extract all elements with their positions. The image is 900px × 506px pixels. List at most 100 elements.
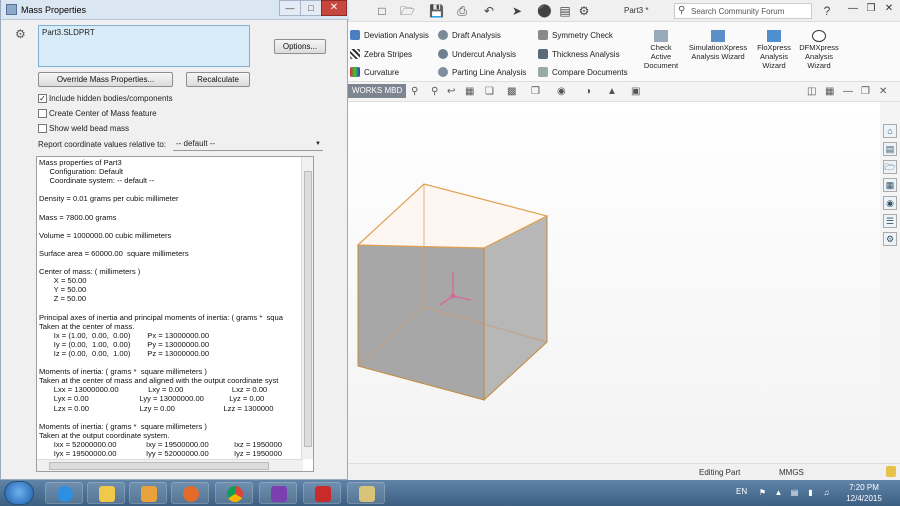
taskbar-visual-studio[interactable] — [259, 482, 297, 504]
show-weld-bead-mass-checkbox[interactable] — [38, 124, 47, 133]
mass-properties-results[interactable]: Mass properties of Part3 Configuration: … — [36, 156, 314, 472]
custom-properties-icon[interactable]: ☰ — [883, 214, 897, 228]
display-style-icon[interactable]: ❒ — [531, 86, 540, 97]
close-button[interactable]: ✕ — [881, 3, 897, 17]
zoom-area-icon[interactable]: ⚲ — [431, 86, 438, 97]
section-view-icon[interactable]: ▦ — [465, 86, 474, 97]
draft-analysis-button[interactable]: Draft Analysis — [438, 30, 501, 40]
viewport-restore-icon[interactable]: ❐ — [861, 86, 870, 97]
coordinate-system-select[interactable]: -- default -- ▼ — [173, 139, 323, 151]
help-icon[interactable]: ? — [820, 4, 834, 18]
select-icon[interactable]: ➤ — [510, 4, 524, 18]
cube-model[interactable] — [345, 102, 880, 463]
minimize-button[interactable]: — — [845, 3, 861, 17]
view-settings-icon[interactable]: ▣ — [631, 86, 640, 97]
create-center-of-mass-checkbox[interactable] — [38, 109, 47, 118]
viewport-tile-icon[interactable]: ◫ — [807, 86, 816, 97]
save-icon[interactable]: 💾 — [429, 4, 444, 18]
override-mass-properties-button[interactable]: Override Mass Properties... — [38, 72, 173, 87]
taskbar-solidworks[interactable] — [303, 482, 341, 504]
deviation-analysis-button[interactable]: Deviation Analysis — [350, 30, 429, 40]
zoom-to-fit-icon[interactable]: ⚲ — [411, 86, 418, 97]
recalculate-button[interactable]: Recalculate — [186, 72, 250, 87]
hide-show-icon[interactable]: ◉ — [557, 86, 566, 97]
rebuild-icon[interactable]: ⚫ — [537, 4, 552, 18]
floxpress-button[interactable]: FloXpress Analysis Wizard — [753, 30, 795, 70]
selected-items-list[interactable]: Part3.SLDPRT — [38, 25, 250, 67]
simulationxpress-button[interactable]: SimulationXpress Analysis Wizard — [687, 30, 749, 61]
solidworks-resources-icon[interactable]: ⚙ — [883, 232, 897, 246]
symmetry-check-button[interactable]: Symmetry Check — [538, 30, 613, 40]
view-orientation-icon[interactable]: ❏ — [485, 86, 494, 97]
new-document-icon[interactable]: □ — [375, 4, 389, 18]
vertical-scrollbar[interactable] — [301, 157, 313, 459]
compare-icon — [538, 67, 548, 77]
show-hidden-icons[interactable]: ▲ — [774, 488, 783, 497]
taskbar-explorer[interactable] — [87, 482, 125, 504]
home-icon[interactable]: ⌂ — [883, 124, 897, 138]
thickness-icon — [538, 49, 548, 59]
report-coordinates-label: Report coordinate values relative to: — [38, 140, 167, 149]
undercut-analysis-button[interactable]: Undercut Analysis — [438, 49, 516, 59]
horizontal-scrollbar[interactable] — [37, 459, 303, 471]
undercut-icon — [438, 49, 448, 59]
scroll-thumb[interactable] — [304, 171, 312, 447]
design-library-icon[interactable]: ▤ — [883, 142, 897, 156]
volume-icon[interactable]: ♫ — [822, 488, 831, 497]
print-icon[interactable]: ⎙ — [455, 4, 469, 18]
battery-icon[interactable]: ▮ — [806, 488, 815, 497]
flag-icon[interactable]: ⚑ — [758, 488, 767, 497]
dialog-close-button[interactable]: ✕ — [321, 0, 347, 16]
chrome-icon — [227, 486, 243, 502]
results-line — [39, 185, 301, 194]
dfmxpress-button[interactable]: DFMXpress Analysis Wizard — [797, 30, 841, 70]
options-gear-icon[interactable]: ⚙ — [577, 4, 591, 18]
results-line: Moments of inertia: ( grams * square mil… — [39, 421, 207, 431]
network-icon[interactable]: ▤ — [790, 488, 799, 497]
display-style-icon[interactable]: ▩ — [507, 86, 516, 97]
taskbar-media[interactable] — [129, 482, 167, 504]
language-indicator[interactable]: EN — [736, 487, 747, 496]
dialog-minimize-button[interactable]: — — [279, 0, 301, 16]
parting-line-button[interactable]: Parting Line Analysis — [438, 67, 526, 77]
taskbar-folder[interactable] — [347, 482, 385, 504]
scene-icon[interactable]: ▲ — [607, 86, 617, 97]
selected-item[interactable]: Part3.SLDPRT — [42, 28, 95, 37]
thickness-analysis-button[interactable]: Thickness Analysis — [538, 49, 620, 59]
zebra-stripes-button[interactable]: Zebra Stripes — [350, 49, 412, 59]
check-active-document-button[interactable]: Check Active Document — [641, 30, 681, 70]
appearance-icon[interactable]: ◑ — [585, 86, 591, 97]
viewport-split-icon[interactable]: ▦ — [825, 86, 834, 97]
viewport-close-icon[interactable]: ✕ — [879, 86, 887, 97]
dialog-title: Mass Properties — [21, 5, 87, 15]
view-palette-icon[interactable]: ▦ — [883, 178, 897, 192]
tags-icon[interactable] — [886, 466, 896, 477]
status-units[interactable]: MMGS — [779, 468, 804, 477]
compare-documents-button[interactable]: Compare Documents — [538, 67, 628, 77]
previous-view-icon[interactable]: ↩ — [447, 86, 455, 97]
taskbar-chrome[interactable] — [215, 482, 253, 504]
results-line: X = 50.00 — [39, 276, 87, 286]
tab-solidworks-mbd[interactable]: WORKS MBD — [348, 84, 407, 98]
start-button[interactable] — [4, 481, 34, 505]
cube-front-face[interactable] — [357, 244, 485, 401]
file-explorer-icon[interactable]: 🗁 — [883, 160, 897, 174]
taskbar-ie[interactable] — [45, 482, 83, 504]
appearances-icon[interactable]: ◉ — [883, 196, 897, 210]
curvature-button[interactable]: Curvature — [350, 67, 399, 77]
restore-button[interactable]: ❐ — [863, 3, 879, 17]
taskbar-firefox[interactable] — [171, 482, 209, 504]
search-community-input[interactable]: ⚲ Search Community Forum — [674, 3, 812, 19]
include-hidden-bodies-checkbox[interactable]: ✓ — [38, 94, 47, 103]
results-text: Mass properties of Part3 Configuration: … — [39, 158, 301, 460]
viewport-minimize-icon[interactable]: — — [843, 86, 853, 97]
graphics-area[interactable] — [345, 102, 880, 463]
file-properties-icon[interactable]: ▤ — [558, 4, 572, 18]
scroll-thumb[interactable] — [49, 462, 269, 470]
open-icon[interactable]: 🗁 — [400, 4, 415, 18]
undo-icon[interactable]: ↶ — [482, 4, 496, 18]
dialog-maximize-button[interactable]: □ — [300, 0, 322, 16]
create-center-of-mass-label: Create Center of Mass feature — [49, 109, 157, 118]
taskbar-clock[interactable]: 7:20 PM 12/4/2015 — [840, 482, 888, 504]
options-button[interactable]: Options... — [274, 39, 326, 54]
